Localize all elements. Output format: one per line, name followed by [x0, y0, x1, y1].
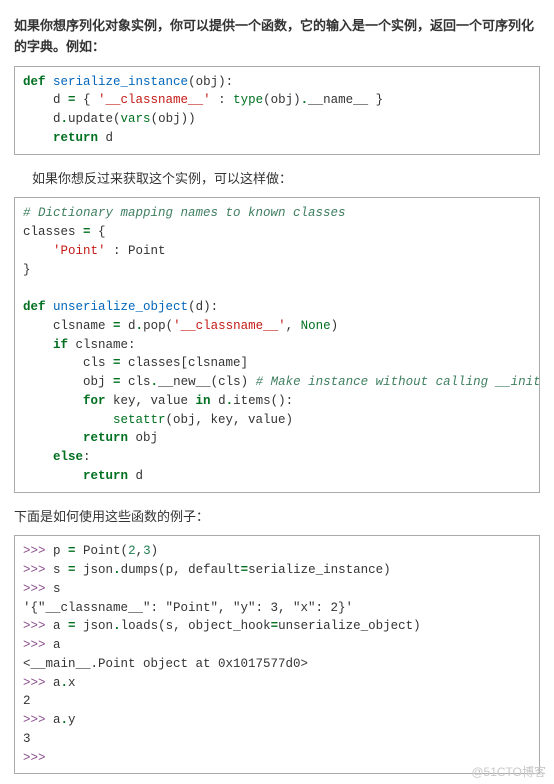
code-block-3: >>> p = Point(2,3) >>> s = json.dumps(p,…: [14, 535, 540, 774]
code-block-2: # Dictionary mapping names to known clas…: [14, 197, 540, 492]
intro-text-3: 下面是如何使用这些函数的例子：: [14, 507, 540, 528]
watermark: @51CTO博客: [471, 763, 546, 780]
intro-text-2: 如果你想反过来获取这个实例，可以这样做：: [32, 169, 540, 190]
intro-text-1: 如果你想序列化对象实例，你可以提供一个函数，它的输入是一个实例，返回一个可序列化…: [14, 16, 540, 58]
code-block-1: def serialize_instance(obj): d = { '__cl…: [14, 66, 540, 155]
